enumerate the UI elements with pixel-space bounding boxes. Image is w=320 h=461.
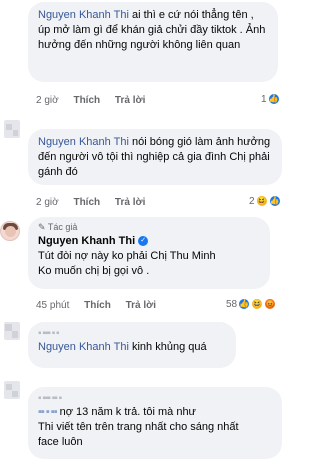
like-button-3[interactable]: Thích	[84, 300, 111, 311]
reaction-summary-2[interactable]: 2 😆 👍	[249, 195, 281, 207]
like-button-1[interactable]: Thích	[73, 95, 100, 106]
blurred-name-5: ▪▪ ▪ ▪▪	[38, 406, 58, 418]
comment-meta-2: 2 giờ Thích Trả lời	[36, 197, 145, 208]
comment-meta-1: 2 giờ Thích Trả lời	[36, 95, 145, 106]
author-tag: ✎ Tác giả	[38, 221, 260, 234]
verified-badge-icon: ✓	[138, 236, 149, 247]
reaction-count-2: 2	[249, 195, 255, 207]
comment-text-5c: face luôn	[38, 436, 83, 448]
reply-button-1[interactable]: Trả lời	[115, 95, 145, 106]
avatar-blurred-4[interactable]	[4, 322, 20, 340]
like-button-2[interactable]: Thích	[73, 197, 100, 208]
comment-text-5a: nợ 13 năm k trả. tôi mà như	[59, 406, 196, 418]
commenter-name-1[interactable]: Nguyen Khanh Thi	[38, 9, 129, 21]
reply-button-2[interactable]: Trả lời	[115, 197, 145, 208]
reaction-count-1: 1	[261, 93, 267, 105]
blurred-text-4: ▪ ▪▪▪ ▪ ▪	[38, 328, 60, 339]
author-tag-icon: ✎	[38, 222, 46, 232]
comment-meta-3: 45 phút Thích Trả lời	[36, 300, 156, 311]
commenter-name-2[interactable]: Nguyen Khanh Thi	[38, 136, 129, 148]
comment-bubble-2: Nguyen Khanh Thi nói bóng gió làm ảnh hư…	[28, 129, 282, 185]
like-icon: 👍	[268, 195, 281, 207]
comment-bubble-3: ✎ Tác giả Nguyen Khanh Thi ✓ Tút đòi nợ n…	[28, 217, 270, 289]
angry-icon: 😡	[264, 298, 277, 310]
haha-icon: 😆	[255, 195, 268, 207]
comment-time-2[interactable]: 2 giờ	[36, 197, 59, 208]
commenter-name-3[interactable]: Nguyen Khanh Thi	[38, 235, 135, 247]
comment-text-4: kinh khủng quá	[128, 341, 207, 353]
comment-bubble-5: ▪ ▪▪▪ ▪▪ ▪ ▪▪ ▪ ▪▪ nợ 13 năm k trả. tôi …	[28, 387, 282, 459]
comment-text-5b: Thi viết tên trên trang nhất cho sáng nh…	[38, 421, 239, 433]
author-tag-label: Tác giả	[47, 222, 78, 232]
like-icon: 👍	[238, 298, 251, 310]
haha-icon: 😆	[251, 298, 264, 310]
avatar-blurred-2[interactable]	[4, 120, 20, 138]
comment-bubble-4: ▪ ▪▪▪ ▪ ▪ Nguyen Khanh Thi kinh khủng qu…	[28, 322, 236, 368]
author-avatar[interactable]	[0, 221, 20, 241]
commenter-name-4[interactable]: Nguyen Khanh Thi	[38, 341, 129, 353]
reaction-summary-3[interactable]: 58 👍 😆 😡	[226, 298, 277, 310]
comment-time-1[interactable]: 2 giờ	[36, 95, 59, 106]
comment-text-3: Tút đòi nợ này ko phải Chị Thu Minh Ko m…	[38, 250, 216, 277]
comment-time-3[interactable]: 45 phút	[36, 300, 69, 311]
reaction-summary-1[interactable]: 1 👍	[261, 93, 280, 105]
reply-button-3[interactable]: Trả lời	[126, 300, 156, 311]
like-icon: 👍	[267, 93, 280, 105]
comment-bubble-1: Nguyen Khanh Thi ai thì e cứ nói thẳng t…	[28, 2, 278, 82]
blurred-text-5: ▪ ▪▪▪ ▪▪ ▪	[38, 393, 62, 404]
reaction-count-3: 58	[226, 298, 238, 310]
avatar-blurred-5[interactable]	[4, 381, 20, 399]
